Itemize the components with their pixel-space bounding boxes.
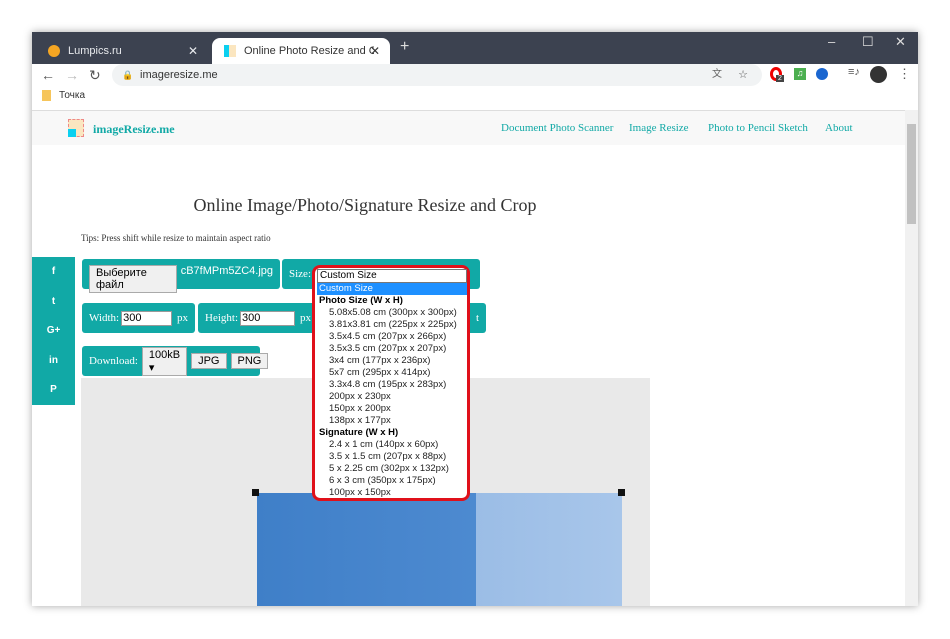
size-option[interactable]: 138px x 177px xyxy=(317,415,467,427)
lumpics-favicon-icon xyxy=(48,45,60,57)
reload-icon[interactable]: ↻ xyxy=(89,67,101,84)
crop-handle[interactable] xyxy=(618,489,625,496)
translate-icon[interactable]: 文 xyxy=(712,64,722,86)
pinterest-icon[interactable]: P xyxy=(32,375,75,405)
page-content: imageResize.me Document Photo Scanner Im… xyxy=(32,110,905,606)
browser-toolbar: ← → ↻ 🔒 imageresize.me 文 ☆ 2 ♫ ≡♪ ⋮ xyxy=(32,64,918,86)
tab-bar: Lumpics.ru ✕ Online Photo Resize and Crop… xyxy=(32,32,918,64)
download-size-select[interactable]: 100kB ▾ xyxy=(141,346,188,376)
height-label: Height: xyxy=(205,312,238,324)
vpn-extension-icon[interactable] xyxy=(816,68,828,80)
size-option[interactable]: 3.5x3.5 cm (207px x 207px) xyxy=(317,343,467,355)
scrollbar[interactable] xyxy=(905,110,918,606)
media-control-icon[interactable]: ≡♪ xyxy=(848,66,860,78)
nav-photo-to-pencil-sketch[interactable]: Photo to Pencil Sketch xyxy=(708,122,808,134)
forward-icon[interactable]: → xyxy=(65,67,79,83)
google-plus-icon[interactable]: G+ xyxy=(32,316,75,346)
size-option[interactable]: 2.4 x 1 cm (140px x 60px) xyxy=(317,439,467,451)
twitter-icon[interactable]: t xyxy=(32,287,75,317)
width-label: Width: xyxy=(89,312,120,324)
lock-icon: 🔒 xyxy=(122,70,134,80)
extension-badge: 2 xyxy=(776,75,784,82)
size-option[interactable]: 100px x 150px xyxy=(317,487,467,499)
folder-icon xyxy=(42,90,51,101)
download-label: Download: xyxy=(89,355,138,367)
profile-avatar[interactable] xyxy=(870,66,887,83)
tab-title: Lumpics.ru xyxy=(68,45,122,57)
width-panel: Width: 300 px xyxy=(82,303,195,333)
size-option[interactable]: 5x7 cm (295px x 414px) xyxy=(317,367,467,379)
download-panel: Download: 100kB ▾ JPG PNG xyxy=(82,346,269,376)
size-option[interactable]: 3x4 cm (177px x 236px) xyxy=(317,355,467,367)
url-text: imageresize.me xyxy=(140,69,218,81)
height-panel: Height: 300 px xyxy=(198,303,318,333)
option-group-label: Photo Size (W x H) xyxy=(319,295,403,306)
nav-about[interactable]: About xyxy=(825,122,853,134)
size-option[interactable]: 150px x 200px xyxy=(317,403,467,415)
facebook-icon[interactable]: f xyxy=(32,257,75,287)
tab-lumpics[interactable]: Lumpics.ru ✕ xyxy=(36,38,208,64)
size-dropdown[interactable]: Custom Size Custom Size Photo Size (W x H… xyxy=(312,265,470,501)
hidden-button-text: t xyxy=(475,312,479,324)
size-option[interactable]: 6 x 3 cm (350px x 175px) xyxy=(317,475,467,487)
site-navbar: imageResize.me Document Photo Scanner Im… xyxy=(32,111,905,145)
music-extension-icon[interactable]: ♫ xyxy=(794,68,806,80)
size-select[interactable]: Custom Size xyxy=(317,269,467,283)
size-option[interactable]: 3.5x4.5 cm (207px x 266px) xyxy=(317,331,467,343)
browser-window: Lumpics.ru ✕ Online Photo Resize and Crop… xyxy=(32,32,918,606)
tips-text: Tips: Press shift while resize to mainta… xyxy=(81,233,271,243)
width-input[interactable]: 300 xyxy=(121,310,172,326)
back-icon[interactable]: ← xyxy=(41,67,55,83)
size-option[interactable]: 3.5 x 1.5 cm (207px x 88px) xyxy=(317,451,467,463)
size-options-list: Custom Size Photo Size (W x H) 5.08x5.08 c… xyxy=(317,283,467,499)
uploaded-image xyxy=(257,493,622,606)
linkedin-icon[interactable]: in xyxy=(32,346,75,376)
size-option[interactable]: 3.81x3.81 cm (225px x 225px) xyxy=(317,319,467,331)
nav-document-photo-scanner[interactable]: Document Photo Scanner xyxy=(501,122,613,134)
size-option[interactable]: 200px x 230px xyxy=(317,391,467,403)
bookmark-label: Точка xyxy=(59,90,86,101)
site-logo-link[interactable]: imageResize.me xyxy=(93,122,175,137)
menu-icon[interactable]: ⋮ xyxy=(898,66,911,82)
social-sidebar: f t G+ in P xyxy=(32,257,75,405)
height-unit: px xyxy=(300,312,311,324)
tab-title: Online Photo Resize and Crop | R xyxy=(244,45,374,57)
minimize-button[interactable]: – xyxy=(828,34,835,49)
download-jpg-button[interactable]: JPG xyxy=(191,353,227,369)
size-option[interactable]: 3.3x4.8 cm (195px x 283px) xyxy=(317,379,467,391)
width-unit: px xyxy=(177,312,188,324)
bookmark-tochka[interactable]: Точка xyxy=(42,90,85,101)
size-option[interactable]: 5 x 2.25 cm (302px x 132px) xyxy=(317,463,467,475)
scrollbar-thumb[interactable] xyxy=(907,124,916,224)
tab-imageresize[interactable]: Online Photo Resize and Crop | R✕ xyxy=(212,38,390,64)
crop-handle[interactable] xyxy=(252,489,259,496)
close-tab-icon[interactable]: ✕ xyxy=(370,44,380,58)
address-bar[interactable]: 🔒 imageresize.me 文 ☆ xyxy=(112,64,762,86)
imageresize-favicon-icon xyxy=(224,45,236,57)
download-png-button[interactable]: PNG xyxy=(230,353,269,369)
size-label: Size: xyxy=(289,268,311,280)
option-group-label: Signature (W x H) xyxy=(319,427,399,438)
nav-image-resize[interactable]: Image Resize xyxy=(629,122,689,134)
size-option[interactable]: Custom Size xyxy=(317,283,467,295)
maximize-button[interactable]: ☐ xyxy=(862,34,874,50)
height-input[interactable]: 300 xyxy=(240,310,295,326)
size-option[interactable]: 5.08x5.08 cm (300px x 300px) xyxy=(317,307,467,319)
page-title: Online Image/Photo/Signature Resize and … xyxy=(193,195,537,215)
choose-file-button[interactable]: Выберите файл xyxy=(89,265,177,293)
close-tab-icon[interactable]: ✕ xyxy=(188,44,198,58)
new-tab-button[interactable]: + xyxy=(400,38,409,56)
logo-icon xyxy=(68,119,84,137)
bookmark-star-icon[interactable]: ☆ xyxy=(738,64,748,86)
file-panel: Выберите файл cB7fMPm5ZC4.jpg xyxy=(82,259,280,293)
file-name: cB7fMPm5ZC4.jpg xyxy=(180,265,273,277)
close-window-button[interactable]: ✕ xyxy=(895,34,906,50)
